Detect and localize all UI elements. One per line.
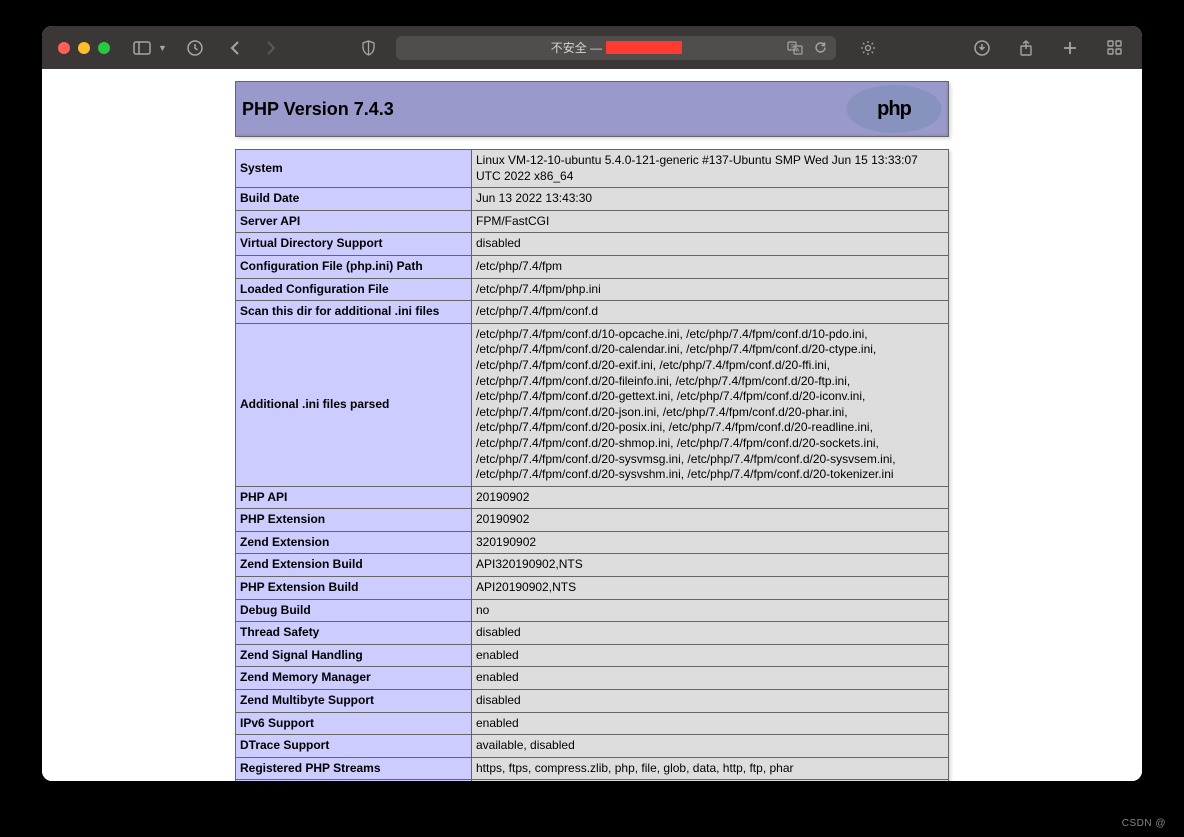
history-icon[interactable]: [183, 36, 207, 60]
page-content[interactable]: PHP Version 7.4.3 php SystemLinux VM-12-…: [42, 69, 1142, 781]
maximize-button[interactable]: [98, 42, 110, 54]
new-tab-icon[interactable]: [1058, 36, 1082, 60]
table-row: Registered PHP Streamshttps, ftps, compr…: [236, 757, 949, 780]
info-key: Thread Safety: [236, 622, 472, 645]
info-key: Configuration File (php.ini) Path: [236, 255, 472, 278]
info-value: disabled: [472, 690, 949, 713]
table-row: Debug Buildno: [236, 599, 949, 622]
info-value: /etc/php/7.4/fpm: [472, 255, 949, 278]
php-info-table: SystemLinux VM-12-10-ubuntu 5.4.0-121-ge…: [235, 149, 949, 781]
table-row: DTrace Supportavailable, disabled: [236, 735, 949, 758]
minimize-button[interactable]: [78, 42, 90, 54]
watermark: CSDN @: [1122, 818, 1166, 829]
table-row: SystemLinux VM-12-10-ubuntu 5.4.0-121-ge…: [236, 150, 949, 188]
info-key: Zend Multibyte Support: [236, 690, 472, 713]
info-key: Scan this dir for additional .ini files: [236, 301, 472, 324]
info-key: Debug Build: [236, 599, 472, 622]
info-key: Zend Extension Build: [236, 554, 472, 577]
info-key: PHP Extension: [236, 509, 472, 532]
info-key: DTrace Support: [236, 735, 472, 758]
close-button[interactable]: [58, 42, 70, 54]
forward-button[interactable]: [259, 36, 283, 60]
info-key: Zend Extension: [236, 531, 472, 554]
info-value: 20190902: [472, 486, 949, 509]
info-value: Linux VM-12-10-ubuntu 5.4.0-121-generic …: [472, 150, 949, 188]
info-key: PHP API: [236, 486, 472, 509]
share-icon[interactable]: [1014, 36, 1038, 60]
info-value: /etc/php/7.4/fpm/conf.d: [472, 301, 949, 324]
table-row: Additional .ini files parsed/etc/php/7.4…: [236, 323, 949, 486]
browser-window: ▼ 不安全 — 文A: [42, 26, 1142, 781]
svg-text:A: A: [796, 48, 800, 54]
info-value: /etc/php/7.4/fpm/conf.d/10-opcache.ini, …: [472, 323, 949, 486]
info-key: IPv6 Support: [236, 712, 472, 735]
tab-overview-icon[interactable]: [1102, 36, 1126, 60]
translate-icon[interactable]: 文A: [786, 39, 804, 57]
table-row: Zend Memory Managerenabled: [236, 667, 949, 690]
info-value: disabled: [472, 622, 949, 645]
info-value: /etc/php/7.4/fpm/php.ini: [472, 278, 949, 301]
address-bar[interactable]: 不安全 — 文A: [396, 36, 836, 60]
back-button[interactable]: [223, 36, 247, 60]
info-value: 320190902: [472, 531, 949, 554]
info-key: PHP Extension Build: [236, 577, 472, 600]
info-value: API320190902,NTS: [472, 554, 949, 577]
info-value: Jun 13 2022 13:43:30: [472, 188, 949, 211]
info-value: FPM/FastCGI: [472, 210, 949, 233]
address-security-text: 不安全 —: [551, 39, 602, 56]
table-row: Configuration File (php.ini) Path/etc/ph…: [236, 255, 949, 278]
php-header: PHP Version 7.4.3 php: [235, 81, 949, 137]
info-value: enabled: [472, 644, 949, 667]
info-value: https, ftps, compress.zlib, php, file, g…: [472, 757, 949, 780]
info-key: Zend Memory Manager: [236, 667, 472, 690]
info-key: Zend Signal Handling: [236, 644, 472, 667]
table-row: Zend Extension BuildAPI320190902,NTS: [236, 554, 949, 577]
info-key: Additional .ini files parsed: [236, 323, 472, 486]
table-row: Build DateJun 13 2022 13:43:30: [236, 188, 949, 211]
address-redacted: [606, 41, 682, 54]
titlebar: ▼ 不安全 — 文A: [42, 26, 1142, 69]
php-logo: php: [846, 85, 942, 133]
info-key: Loaded Configuration File: [236, 278, 472, 301]
settings-icon[interactable]: [856, 36, 880, 60]
table-row: Scan this dir for additional .ini files/…: [236, 301, 949, 324]
downloads-icon[interactable]: [970, 36, 994, 60]
chevron-down-icon[interactable]: ▼: [158, 43, 167, 53]
info-key: Server API: [236, 210, 472, 233]
info-value: 20190902: [472, 509, 949, 532]
info-value: no: [472, 599, 949, 622]
sidebar-icon[interactable]: [130, 36, 154, 60]
svg-text:文: 文: [790, 43, 795, 50]
table-row: PHP Extension BuildAPI20190902,NTS: [236, 577, 949, 600]
traffic-lights: [58, 42, 110, 54]
info-key: Virtual Directory Support: [236, 233, 472, 256]
reload-icon[interactable]: [812, 40, 828, 56]
info-key: Build Date: [236, 188, 472, 211]
info-value: enabled: [472, 667, 949, 690]
table-row: Server APIFPM/FastCGI: [236, 210, 949, 233]
table-row: Zend Extension320190902: [236, 531, 949, 554]
info-key: Registered PHP Streams: [236, 757, 472, 780]
php-version-title: PHP Version 7.4.3: [242, 99, 394, 120]
info-value: tcp, udp, unix, udg, ssl, tls, tlsv1.0, …: [472, 780, 949, 781]
table-row: PHP Extension20190902: [236, 509, 949, 532]
table-row: Virtual Directory Supportdisabled: [236, 233, 949, 256]
info-key: System: [236, 150, 472, 188]
table-row: IPv6 Supportenabled: [236, 712, 949, 735]
table-row: Thread Safetydisabled: [236, 622, 949, 645]
table-row: PHP API20190902: [236, 486, 949, 509]
privacy-shield-icon[interactable]: [356, 36, 380, 60]
table-row: Zend Multibyte Supportdisabled: [236, 690, 949, 713]
info-value: enabled: [472, 712, 949, 735]
table-row: Zend Signal Handlingenabled: [236, 644, 949, 667]
table-row: Registered Stream Socket Transportstcp, …: [236, 780, 949, 781]
info-value: available, disabled: [472, 735, 949, 758]
table-row: Loaded Configuration File/etc/php/7.4/fp…: [236, 278, 949, 301]
info-key: Registered Stream Socket Transports: [236, 780, 472, 781]
info-value: API20190902,NTS: [472, 577, 949, 600]
info-value: disabled: [472, 233, 949, 256]
